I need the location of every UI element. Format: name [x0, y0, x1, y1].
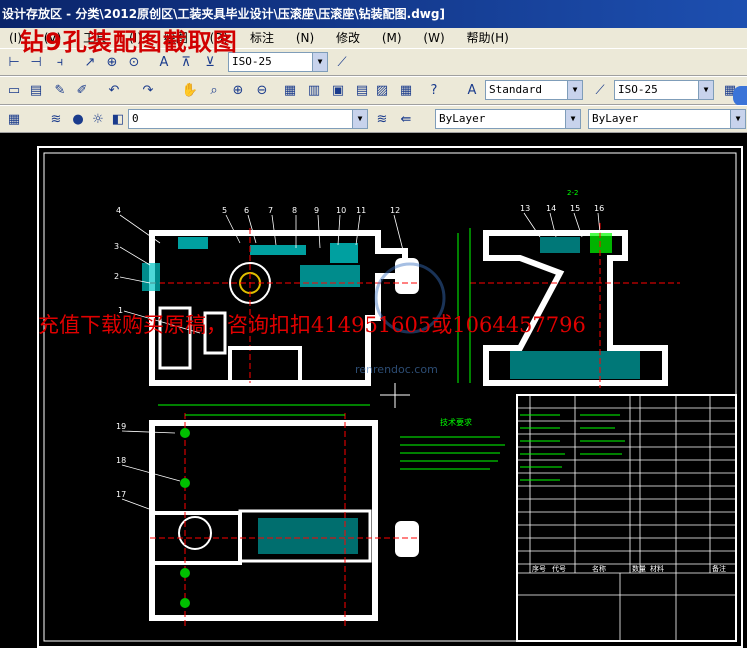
menu-item-dimension[interactable]: 标注 — [241, 28, 283, 48]
balloon-12: 12 — [390, 206, 400, 215]
layer-manager-icon[interactable]: ▦ — [4, 109, 24, 129]
menu-item-dimension-key[interactable]: (N) — [287, 28, 323, 48]
title-block: 序号 代号 名称 数量 材料 备注 — [516, 394, 737, 642]
notes-title: 技术要求 — [440, 417, 472, 427]
standard-toolbar: ▭ ▤ ✎ ✐ ↶ ↷ ✋ ⌕ ⊕ ⊖ ▦ ▥ ▣ ▤ ▨ ▦ ? A Stan… — [0, 76, 747, 105]
dimstyle-select[interactable]: ISO-25 ▼ — [228, 52, 328, 72]
design-center-icon[interactable]: ▥ — [304, 80, 324, 100]
balloon-15: 15 — [570, 204, 580, 213]
dim-style-icon[interactable]: ⟋ — [590, 80, 610, 100]
layer-on-icon[interactable]: ● — [68, 109, 88, 129]
balloon-18: 18 — [116, 456, 126, 465]
calculator-icon[interactable]: ▦ — [396, 80, 416, 100]
markup-icon[interactable]: ▨ — [372, 80, 392, 100]
balloon-11: 11 — [356, 206, 366, 215]
chevron-down-icon[interactable]: ▼ — [312, 53, 327, 71]
sheet-set-icon[interactable]: ▤ — [352, 80, 372, 100]
ucs-icon — [380, 383, 410, 408]
watermark-title: 钻9孔装配图截取图 — [20, 28, 238, 56]
balloon-17: 17 — [116, 490, 126, 499]
properties-icon[interactable]: ▦ — [280, 80, 300, 100]
menu-item-modify-key[interactable]: (M) — [373, 28, 411, 48]
balloon-16: 16 — [594, 204, 604, 213]
col-label-name: 名称 — [592, 564, 606, 573]
balloon-14: 14 — [546, 204, 556, 213]
chevron-down-icon[interactable]: ▼ — [698, 81, 713, 99]
balloon-13: 13 — [520, 204, 530, 213]
bottom-left-view — [149, 404, 420, 628]
dimstyle-select-2[interactable]: ISO-25 ▼ — [614, 80, 714, 100]
col-label-code: 代号 — [552, 564, 566, 573]
dimstyle-manager-icon[interactable]: ⟋ — [332, 52, 352, 72]
new-file-icon[interactable]: ▭ — [4, 80, 24, 100]
dimstyle-value-2: ISO-25 — [618, 83, 658, 96]
zoom-realtime-icon[interactable]: ⌕ — [204, 80, 224, 100]
layer-states-icon[interactable]: ≋ — [46, 109, 66, 129]
technical-notes: 技术要求 — [400, 417, 505, 470]
watermark-contact: 充值下载购买原稿，咨询扣扣414951605或1064457796 — [38, 313, 586, 337]
chevron-down-icon[interactable]: ▼ — [730, 110, 745, 128]
col-label-material: 材料 — [650, 564, 664, 573]
linetype-value: ByLayer — [592, 112, 639, 125]
tool-palette-icon[interactable]: ▣ — [328, 80, 348, 100]
chevron-down-icon[interactable]: ▼ — [565, 110, 580, 128]
layer-previous-icon[interactable]: ⇚ — [396, 109, 416, 129]
zoom-previous-icon[interactable]: ⊖ — [252, 80, 272, 100]
layer-lock-icon[interactable]: ◧ — [108, 109, 128, 129]
undo-icon[interactable]: ↶ — [104, 80, 124, 100]
balloon-2: 2 — [114, 272, 119, 281]
balloon-labels-bottom-left: 19 18 17 — [116, 422, 181, 514]
balloon-9: 9 — [314, 206, 319, 215]
open-file-icon[interactable]: ▤ — [26, 80, 46, 100]
pan-icon[interactable]: ✋ — [180, 80, 200, 100]
zoom-window-icon[interactable]: ⊕ — [228, 80, 248, 100]
col-label-qty: 数量 — [632, 564, 646, 573]
balloon-6: 6 — [244, 206, 249, 215]
menu-item-window[interactable]: (W) — [414, 28, 453, 48]
layer-freeze-icon[interactable]: ☼ — [88, 109, 108, 129]
dimstyle-value: ISO-25 — [232, 55, 272, 68]
top-right-view: 2-2 — [457, 189, 680, 388]
chevron-down-icon[interactable]: ▼ — [352, 110, 367, 128]
brush-icon[interactable]: ✐ — [72, 80, 92, 100]
redo-icon[interactable]: ↷ — [138, 80, 158, 100]
balloon-5: 5 — [222, 206, 227, 215]
svg-text:2-2: 2-2 — [567, 189, 578, 197]
help-icon[interactable]: ? — [424, 80, 444, 100]
color-select[interactable]: ByLayer ▼ — [435, 109, 581, 129]
menu-item-modify[interactable]: 修改 — [327, 28, 369, 48]
drawing-canvas[interactable]: 4 5 6 7 8 9 10 11 12 3 2 1 2-2 13 14 15 … — [0, 133, 747, 648]
balloon-8: 8 — [292, 206, 297, 215]
balloon-19: 19 — [116, 422, 126, 431]
menu-item-help[interactable]: 帮助(H) — [457, 28, 517, 48]
col-label-no: 序号 — [532, 564, 546, 573]
communication-center-icon[interactable] — [733, 86, 747, 106]
match-prop-icon[interactable]: ✎ — [50, 80, 70, 100]
textstyle-select[interactable]: Standard ▼ — [485, 80, 583, 100]
chevron-down-icon[interactable]: ▼ — [567, 81, 582, 99]
website-watermark: renrendoc.com — [355, 363, 438, 376]
linetype-select[interactable]: ByLayer ▼ — [588, 109, 746, 129]
col-label-remark: 备注 — [712, 564, 726, 573]
color-value: ByLayer — [439, 112, 486, 125]
balloon-7: 7 — [268, 206, 273, 215]
balloon-10: 10 — [336, 206, 346, 215]
make-current-icon[interactable]: ≋ — [372, 109, 392, 129]
text-style-icon[interactable]: A — [462, 80, 482, 100]
layer-value: 0 — [132, 112, 139, 125]
textstyle-value: Standard — [489, 83, 542, 96]
balloon-4: 4 — [116, 206, 121, 215]
layers-toolbar: ▦ ≋ ● ☼ ◧ 0 ▼ ≋ ⇚ ByLayer ▼ ByLayer ▼ — [0, 105, 747, 133]
layer-select[interactable]: 0 ▼ — [128, 109, 368, 129]
balloon-3: 3 — [114, 242, 119, 251]
drawing-svg: 4 5 6 7 8 9 10 11 12 3 2 1 2-2 13 14 15 … — [37, 146, 743, 648]
